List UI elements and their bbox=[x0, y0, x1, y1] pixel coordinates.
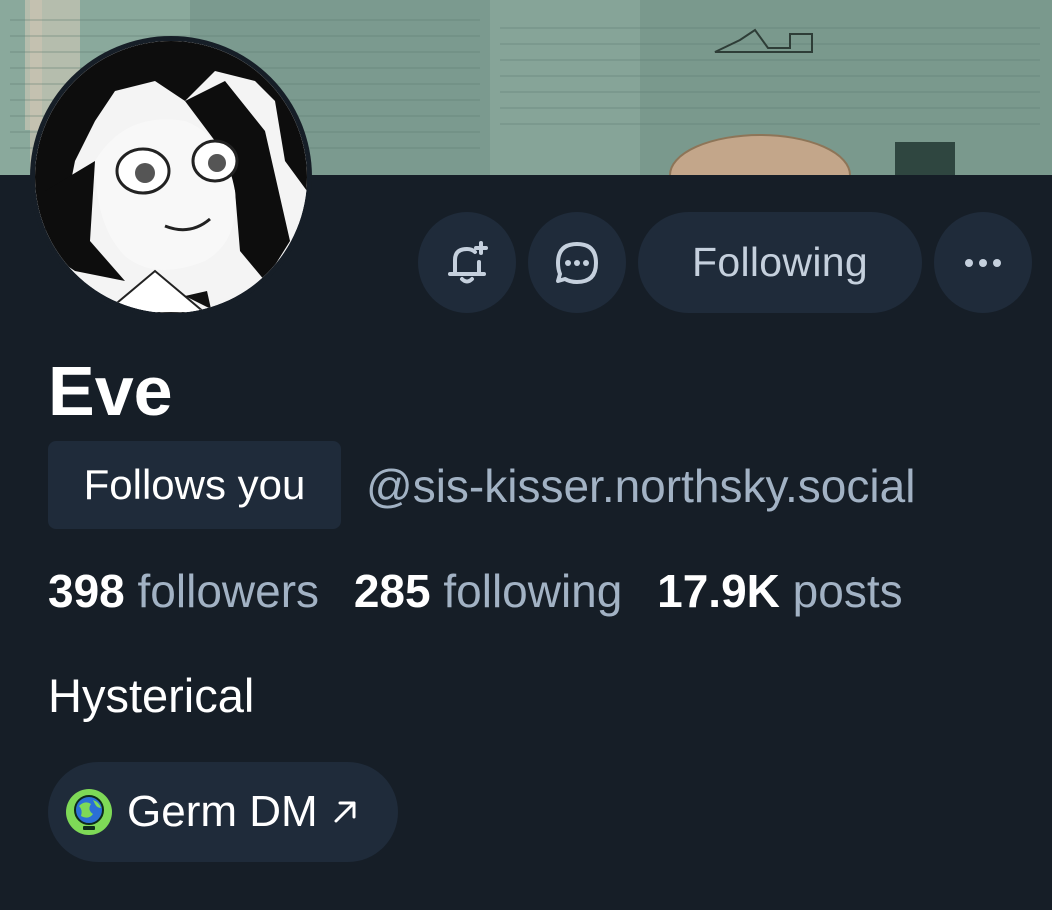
following-stat[interactable]: 285 following bbox=[354, 565, 623, 617]
follows-you-badge: Follows you bbox=[48, 441, 341, 529]
posts-stat: 17.9K posts bbox=[657, 565, 902, 617]
subscribe-notifications-button[interactable] bbox=[418, 212, 516, 313]
globe-icon bbox=[66, 789, 112, 835]
germ-dm-link[interactable]: Germ DM bbox=[48, 762, 398, 862]
chat-bubble-icon bbox=[556, 241, 598, 284]
profile-page: Following Eve Follows you @sis-kisser.no… bbox=[0, 0, 1052, 910]
following-button-label: Following bbox=[692, 239, 868, 285]
profile-bio: Hysterical bbox=[48, 669, 255, 722]
arrow-up-right-icon bbox=[334, 801, 356, 823]
following-button[interactable]: Following bbox=[638, 212, 922, 313]
bell-plus-icon bbox=[448, 240, 488, 283]
follows-you-label: Follows you bbox=[83, 461, 306, 508]
avatar-ring bbox=[30, 36, 312, 318]
followers-label: followers bbox=[137, 565, 320, 617]
following-label: following bbox=[443, 565, 623, 617]
more-options-button[interactable] bbox=[934, 212, 1032, 313]
profile-stats: 398 followers 285 following 17.9K posts bbox=[48, 560, 903, 622]
ellipsis-icon bbox=[965, 258, 1001, 267]
following-count: 285 bbox=[353, 565, 431, 617]
posts-label: posts bbox=[792, 565, 903, 617]
display-name: Eve bbox=[48, 352, 173, 430]
germ-dm-label: Germ DM bbox=[127, 787, 318, 836]
posts-count: 17.9K bbox=[657, 565, 780, 617]
followers-stat[interactable]: 398 followers bbox=[48, 565, 319, 617]
followers-count: 398 bbox=[48, 565, 125, 617]
profile-actions: Following bbox=[418, 212, 1032, 313]
avatar[interactable] bbox=[35, 41, 307, 313]
profile-handle[interactable]: @sis-kisser.northsky.social bbox=[366, 456, 915, 516]
message-button[interactable] bbox=[528, 212, 626, 313]
